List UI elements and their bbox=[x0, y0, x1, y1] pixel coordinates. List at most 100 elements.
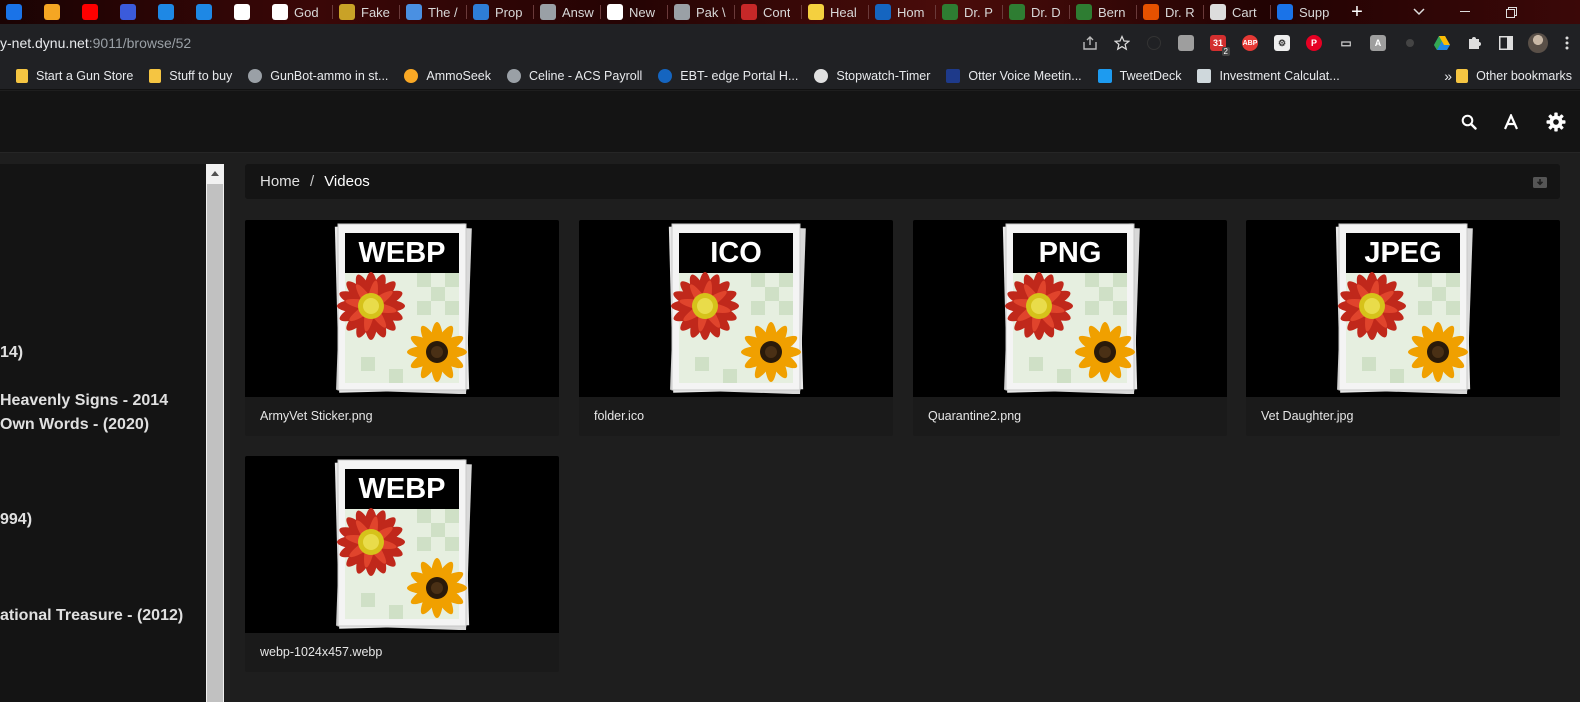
calendar-extension-icon[interactable]: 31 2 bbox=[1202, 24, 1234, 62]
sidebar-item[interactable]: Heavenly Signs - 2014 bbox=[0, 392, 168, 410]
scrollbar-thumb[interactable] bbox=[207, 184, 223, 702]
file-name[interactable]: folder.ico bbox=[594, 409, 644, 423]
share-icon[interactable] bbox=[1074, 24, 1106, 62]
browser-tab[interactable]: Fake bbox=[333, 0, 399, 24]
browser-menu-icon[interactable] bbox=[1554, 24, 1580, 62]
file-type-badge: PNG bbox=[1038, 236, 1102, 269]
settings-gear-icon[interactable] bbox=[1545, 111, 1567, 133]
bookmark-item[interactable]: Investment Calculat... bbox=[1189, 62, 1347, 90]
bookmark-item[interactable]: GunBot-ammo in st... bbox=[240, 62, 396, 90]
file-thumbnail[interactable]: WEBP bbox=[245, 220, 559, 397]
new-tab-button[interactable]: + bbox=[1345, 0, 1369, 24]
bookmark-item[interactable]: Start a Gun Store bbox=[8, 62, 141, 90]
file-thumbnail[interactable]: ICO bbox=[579, 220, 893, 397]
scroll-up-arrow-icon[interactable] bbox=[206, 164, 224, 182]
extension-badge: 2 bbox=[1221, 47, 1230, 56]
breadcrumb-current: Videos bbox=[324, 173, 370, 190]
file-thumbnail[interactable]: JPEG bbox=[1246, 220, 1560, 397]
profile-avatar[interactable] bbox=[1522, 24, 1554, 62]
sidebar-item[interactable]: 14) bbox=[0, 344, 23, 362]
file-name[interactable]: Vet Daughter.jpg bbox=[1261, 409, 1353, 423]
puzzle-extensions-icon[interactable] bbox=[1458, 24, 1490, 62]
file-name[interactable]: ArmyVet Sticker.png bbox=[260, 409, 373, 423]
download-icon[interactable] bbox=[1532, 174, 1548, 190]
browser-tab[interactable]: Answ bbox=[534, 0, 600, 24]
browser-tab[interactable]: New bbox=[601, 0, 667, 24]
browser-tab[interactable]: Heal bbox=[802, 0, 868, 24]
browser-tab[interactable]: The / bbox=[400, 0, 466, 24]
browser-tab[interactable]: Dr. D bbox=[1003, 0, 1069, 24]
file-thumbnail[interactable]: PNG bbox=[913, 220, 1227, 397]
file-card[interactable]: PNG Quarantine2.png bbox=[913, 220, 1227, 436]
browser-tab[interactable]: Dr. P bbox=[936, 0, 1002, 24]
tab-search-chevron-icon[interactable] bbox=[1396, 0, 1442, 24]
bookmark-item[interactable]: Otter Voice Meetin... bbox=[938, 62, 1089, 90]
browser-tab[interactable]: Cart bbox=[1204, 0, 1270, 24]
google-tab-icon bbox=[234, 4, 250, 20]
pinterest-extension-icon[interactable]: P bbox=[1298, 24, 1330, 62]
sidebar: 14) Heavenly Signs - 2014 Own Words - (2… bbox=[0, 164, 206, 702]
drive-extension-icon[interactable] bbox=[1426, 24, 1458, 62]
file-card[interactable]: WEBP ArmyVet Sticker.png bbox=[245, 220, 559, 436]
sidebar-scrollbar[interactable] bbox=[206, 164, 224, 702]
browser-tab-label: Hom bbox=[897, 4, 925, 20]
bookmark-item[interactable]: Stuff to buy bbox=[141, 62, 240, 90]
bookmark-item[interactable]: TweetDeck bbox=[1090, 62, 1190, 90]
bookmark-item[interactable]: Celine - ACS Payroll bbox=[499, 62, 650, 90]
browser-tab[interactable]: Hom bbox=[869, 0, 935, 24]
file-name[interactable]: Quarantine2.png bbox=[928, 409, 1021, 423]
hand-tab-icon bbox=[406, 4, 422, 20]
browser-tab[interactable]: Bern bbox=[1070, 0, 1136, 24]
browser-tab[interactable] bbox=[152, 0, 190, 24]
sidebar-item[interactable]: Own Words - (2020) bbox=[0, 416, 149, 434]
browser-tab[interactable]: Dr. R bbox=[1137, 0, 1203, 24]
sidebar-item[interactable]: 994) bbox=[0, 511, 32, 529]
sidebar-item[interactable]: ational Treasure - (2012) bbox=[0, 607, 183, 625]
browser-tab[interactable] bbox=[228, 0, 266, 24]
bookmark-label: TweetDeck bbox=[1119, 68, 1182, 83]
browser-tab[interactable] bbox=[114, 0, 152, 24]
side-panel-icon[interactable] bbox=[1490, 24, 1522, 62]
file-thumbnail[interactable]: WEBP bbox=[245, 456, 559, 633]
calculator-icon bbox=[1197, 68, 1212, 83]
browser-tab[interactable] bbox=[0, 0, 38, 24]
breadcrumb-home-link[interactable]: Home bbox=[260, 173, 300, 190]
globe-tab-icon bbox=[540, 4, 556, 20]
font-size-icon[interactable] bbox=[1500, 111, 1522, 133]
breadcrumb: Home / Videos bbox=[245, 164, 1560, 199]
browser-tab[interactable]: Cont bbox=[735, 0, 801, 24]
browser-tab[interactable]: Supp bbox=[1271, 0, 1337, 24]
chart-tab-icon bbox=[875, 4, 891, 20]
bookmark-item[interactable]: Stopwatch-Timer bbox=[806, 62, 938, 90]
restore-icon[interactable] bbox=[1488, 0, 1534, 24]
file-card[interactable]: ICO folder.ico bbox=[579, 220, 893, 436]
browser-tab[interactable]: Pak \ bbox=[668, 0, 734, 24]
gear-extension-icon[interactable]: ⚙ bbox=[1266, 24, 1298, 62]
printer-extension-icon[interactable] bbox=[1170, 24, 1202, 62]
bookmark-item[interactable]: AmmoSeek bbox=[396, 62, 499, 90]
bookmark-label: Investment Calculat... bbox=[1219, 68, 1340, 83]
bookmark-star-icon[interactable] bbox=[1106, 24, 1138, 62]
browser-tab[interactable] bbox=[190, 0, 228, 24]
browser-tab[interactable]: God bbox=[266, 0, 332, 24]
bookmark-item[interactable]: EBT- edge Portal H... bbox=[650, 62, 806, 90]
browser-tab[interactable] bbox=[38, 0, 76, 24]
laptop-extension-icon[interactable]: ▭ bbox=[1330, 24, 1362, 62]
history-extension-icon[interactable] bbox=[1138, 24, 1170, 62]
file-name[interactable]: webp-1024x457.webp bbox=[260, 645, 382, 659]
pdf-extension-icon[interactable]: A bbox=[1362, 24, 1394, 62]
settings-tab-icon bbox=[1277, 4, 1293, 20]
browser-tab-label: Supp bbox=[1299, 4, 1330, 20]
file-card[interactable]: WEBP webp-1024x457.webp bbox=[245, 456, 559, 672]
browser-tab-label: Heal bbox=[830, 4, 857, 20]
file-card[interactable]: JPEG Vet Daughter.jpg bbox=[1246, 220, 1560, 436]
search-icon[interactable] bbox=[1458, 111, 1480, 133]
browser-tab[interactable]: Prop bbox=[467, 0, 533, 24]
browser-tab[interactable] bbox=[76, 0, 114, 24]
other-bookmarks-folder[interactable]: Other bookmarks bbox=[1448, 62, 1580, 90]
adblock-extension-icon[interactable]: ABP bbox=[1234, 24, 1266, 62]
dot-extension-icon[interactable] bbox=[1394, 24, 1426, 62]
browser-tab-label: Cont bbox=[763, 4, 791, 20]
url-field[interactable]: y-net.dynu.net:9011/browse/52 bbox=[0, 35, 191, 51]
minimize-icon[interactable] bbox=[1442, 0, 1488, 24]
